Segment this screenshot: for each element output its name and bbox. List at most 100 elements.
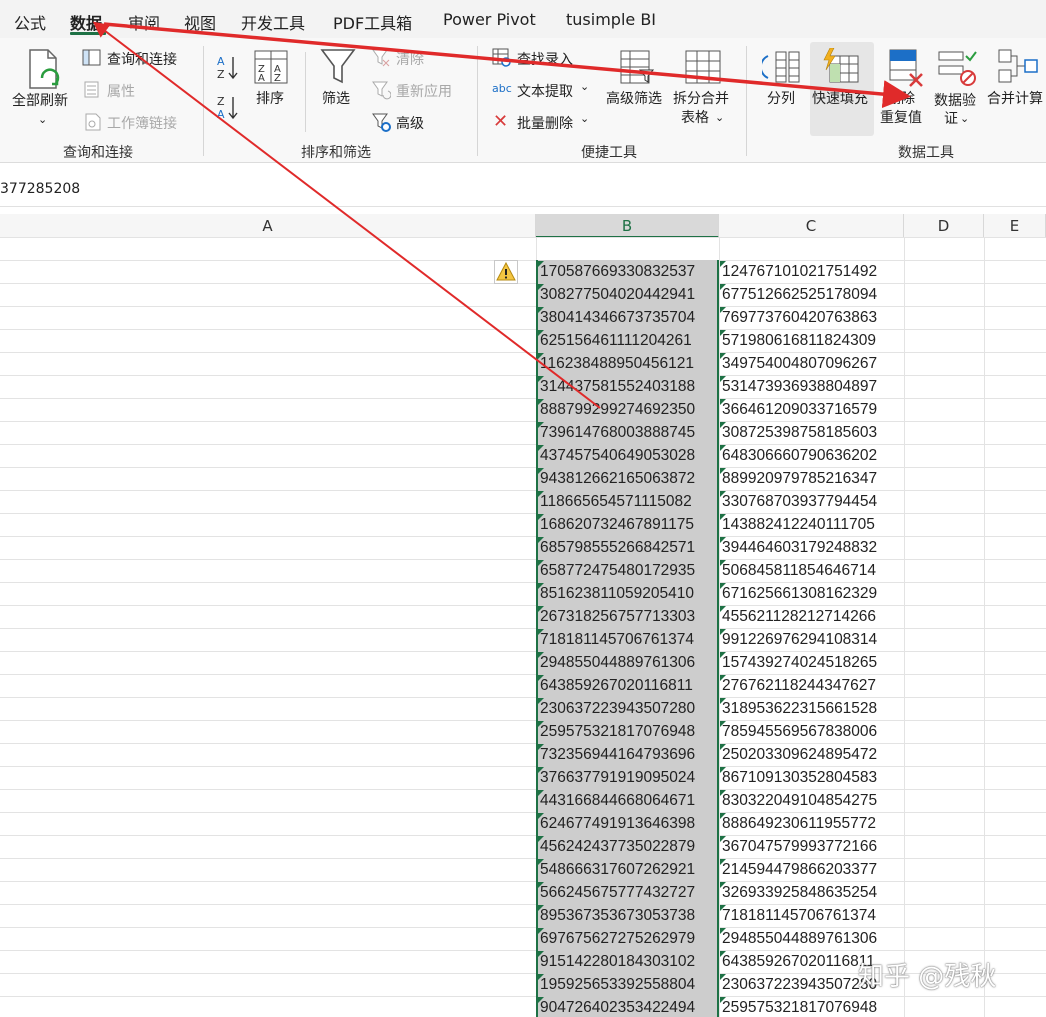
number-as-text-indicator (720, 744, 726, 750)
tab-tusimple-bi[interactable]: tusimple BI (566, 10, 656, 29)
spreadsheet-grid: A B C D E 170587669330832537 124767101021… (0, 214, 1046, 1017)
cell-b[interactable]: 943812662165063872 (540, 467, 695, 490)
cell-b[interactable]: 116238488950456121 (540, 352, 694, 375)
tab-formulas[interactable]: 公式 (14, 10, 46, 34)
cell-c[interactable]: 366461209033716579 (722, 398, 877, 421)
cell-b[interactable]: 437457540649053028 (540, 444, 695, 467)
number-as-text-indicator (720, 606, 726, 612)
tab-data[interactable]: 数据 (70, 10, 102, 34)
formula-bar[interactable]: 377285208 (0, 163, 1046, 207)
cell-b[interactable]: 259575321817076948 (540, 720, 695, 743)
cell-c[interactable]: 157439274024518265 (722, 651, 877, 674)
cell-c[interactable]: 785945569567838006 (722, 720, 877, 743)
row-gridline (0, 444, 1046, 445)
cell-c[interactable]: 506845811854646714 (722, 559, 876, 582)
cell-b[interactable]: 230637223943507280 (540, 697, 695, 720)
clear-label: 清除 (396, 52, 424, 68)
number-as-text-indicator (538, 744, 544, 750)
column-header-c[interactable]: C (719, 214, 904, 238)
cell-b[interactable]: 566245675777432727 (540, 881, 695, 904)
cell-b[interactable]: 267318256757713303 (540, 605, 695, 628)
advanced-filter-icon (372, 113, 391, 132)
cell-c[interactable]: 259575321817076948 (722, 996, 877, 1017)
cell-b[interactable]: 895367353673053738 (540, 904, 695, 927)
cell-b[interactable]: 195925653392558804 (540, 973, 695, 996)
number-as-text-indicator (538, 560, 544, 566)
tab-developer[interactable]: 开发工具 (241, 10, 305, 34)
column-header-e[interactable]: E (984, 214, 1046, 238)
svg-text:Z: Z (217, 95, 225, 108)
number-as-text-indicator (538, 974, 544, 980)
cell-c[interactable]: 671625661308162329 (722, 582, 877, 605)
number-as-text-indicator (720, 767, 726, 773)
tab-power-pivot[interactable]: Power Pivot (443, 10, 536, 29)
cell-b[interactable]: 658772475480172935 (540, 559, 695, 582)
cell-c[interactable]: 276762118244347627 (722, 674, 876, 697)
tab-view[interactable]: 视图 (184, 10, 216, 34)
formula-bar-value[interactable]: 377285208 (0, 181, 80, 197)
cell-c[interactable]: 571980616811824309 (722, 329, 876, 352)
cell-c[interactable]: 648306660790636202 (722, 444, 877, 467)
cell-c[interactable]: 318953622315661528 (722, 697, 877, 720)
number-as-text-indicator (720, 928, 726, 934)
cell-b[interactable]: 314437581552403188 (540, 375, 695, 398)
cell-b[interactable]: 380414346673735704 (540, 306, 695, 329)
number-as-text-indicator (720, 445, 726, 451)
cell-c[interactable]: 330768703937794454 (722, 490, 877, 513)
row-gridline (0, 812, 1046, 813)
cell-c[interactable]: 991226976294108314 (722, 628, 877, 651)
error-check-button[interactable] (494, 260, 518, 284)
cell-c[interactable]: 349754004807096267 (722, 352, 877, 375)
cell-b[interactable]: 624677491913646398 (540, 812, 695, 835)
cell-b[interactable]: 851623811059205410 (540, 582, 694, 605)
cell-c[interactable]: 769773760420763863 (722, 306, 877, 329)
cell-c[interactable]: 367047579993772166 (722, 835, 877, 858)
cell-b[interactable]: 443166844668064671 (540, 789, 695, 812)
cell-b[interactable]: 168620732467891175 (540, 513, 694, 536)
cell-c[interactable]: 718181145706761374 (722, 904, 876, 927)
cell-c[interactable]: 867109130352804583 (722, 766, 877, 789)
column-header-a[interactable]: A (0, 214, 536, 238)
number-as-text-indicator (538, 583, 544, 589)
cell-c[interactable]: 643859267020116811 (722, 950, 875, 973)
cell-c[interactable]: 294855044889761306 (722, 927, 877, 950)
cell-c[interactable]: 124767101021751492 (722, 260, 877, 283)
cell-b[interactable]: 904726402353422494 (540, 996, 695, 1017)
cell-c[interactable]: 677512662525178094 (722, 283, 877, 306)
cell-b[interactable]: 697675627275262979 (540, 927, 695, 950)
tab-review[interactable]: 审阅 (128, 10, 160, 34)
cell-b[interactable]: 732356944164793696 (540, 743, 695, 766)
cell-c[interactable]: 250203309624895472 (722, 743, 877, 766)
cell-b[interactable]: 170587669330832537 (540, 260, 695, 283)
cell-b[interactable]: 915142280184303102 (540, 950, 695, 973)
cell-c[interactable]: 830322049104854275 (722, 789, 877, 812)
cell-b[interactable]: 376637791919095024 (540, 766, 695, 789)
cell-b[interactable]: 643859267020116811 (540, 674, 693, 697)
cell-b[interactable]: 294855044889761306 (540, 651, 695, 674)
row-gridline (0, 237, 1046, 238)
cell-c[interactable]: 889920979785216347 (722, 467, 877, 490)
cell-b[interactable]: 548666317607262921 (540, 858, 695, 881)
column-header-b[interactable]: B (536, 214, 719, 238)
cell-c[interactable]: 394464603179248832 (722, 536, 877, 559)
cell-c[interactable]: 455621128212714266 (722, 605, 876, 628)
cell-c[interactable]: 230637223943507280 (722, 973, 877, 996)
cell-b[interactable]: 685798555266842571 (540, 536, 695, 559)
cell-c[interactable]: 214594479866203377 (722, 858, 877, 881)
clear-filter-icon (372, 49, 390, 67)
cell-b[interactable]: 625156461111204261 (540, 329, 692, 352)
cell-c[interactable]: 531473936938804897 (722, 375, 877, 398)
cell-b[interactable]: 456242437735022879 (540, 835, 695, 858)
cell-c[interactable]: 888649230611955772 (722, 812, 876, 835)
cell-b[interactable]: 118665654571115082 (540, 490, 692, 513)
tab-pdf-toolbox[interactable]: PDF工具箱 (333, 10, 412, 34)
column-header-d[interactable]: D (904, 214, 984, 238)
cell-b[interactable]: 739614768003888745 (540, 421, 695, 444)
cell-c[interactable]: 326933925848635254 (722, 881, 877, 904)
cell-b[interactable]: 308277504020442941 (540, 283, 695, 306)
cell-b[interactable]: 718181145706761374 (540, 628, 694, 651)
cell-c[interactable]: 308725398758185603 (722, 421, 877, 444)
cell-c[interactable]: 143882412240111705 (722, 513, 875, 536)
row-gridline (0, 996, 1046, 997)
cell-b[interactable]: 888799299274692350 (540, 398, 695, 421)
